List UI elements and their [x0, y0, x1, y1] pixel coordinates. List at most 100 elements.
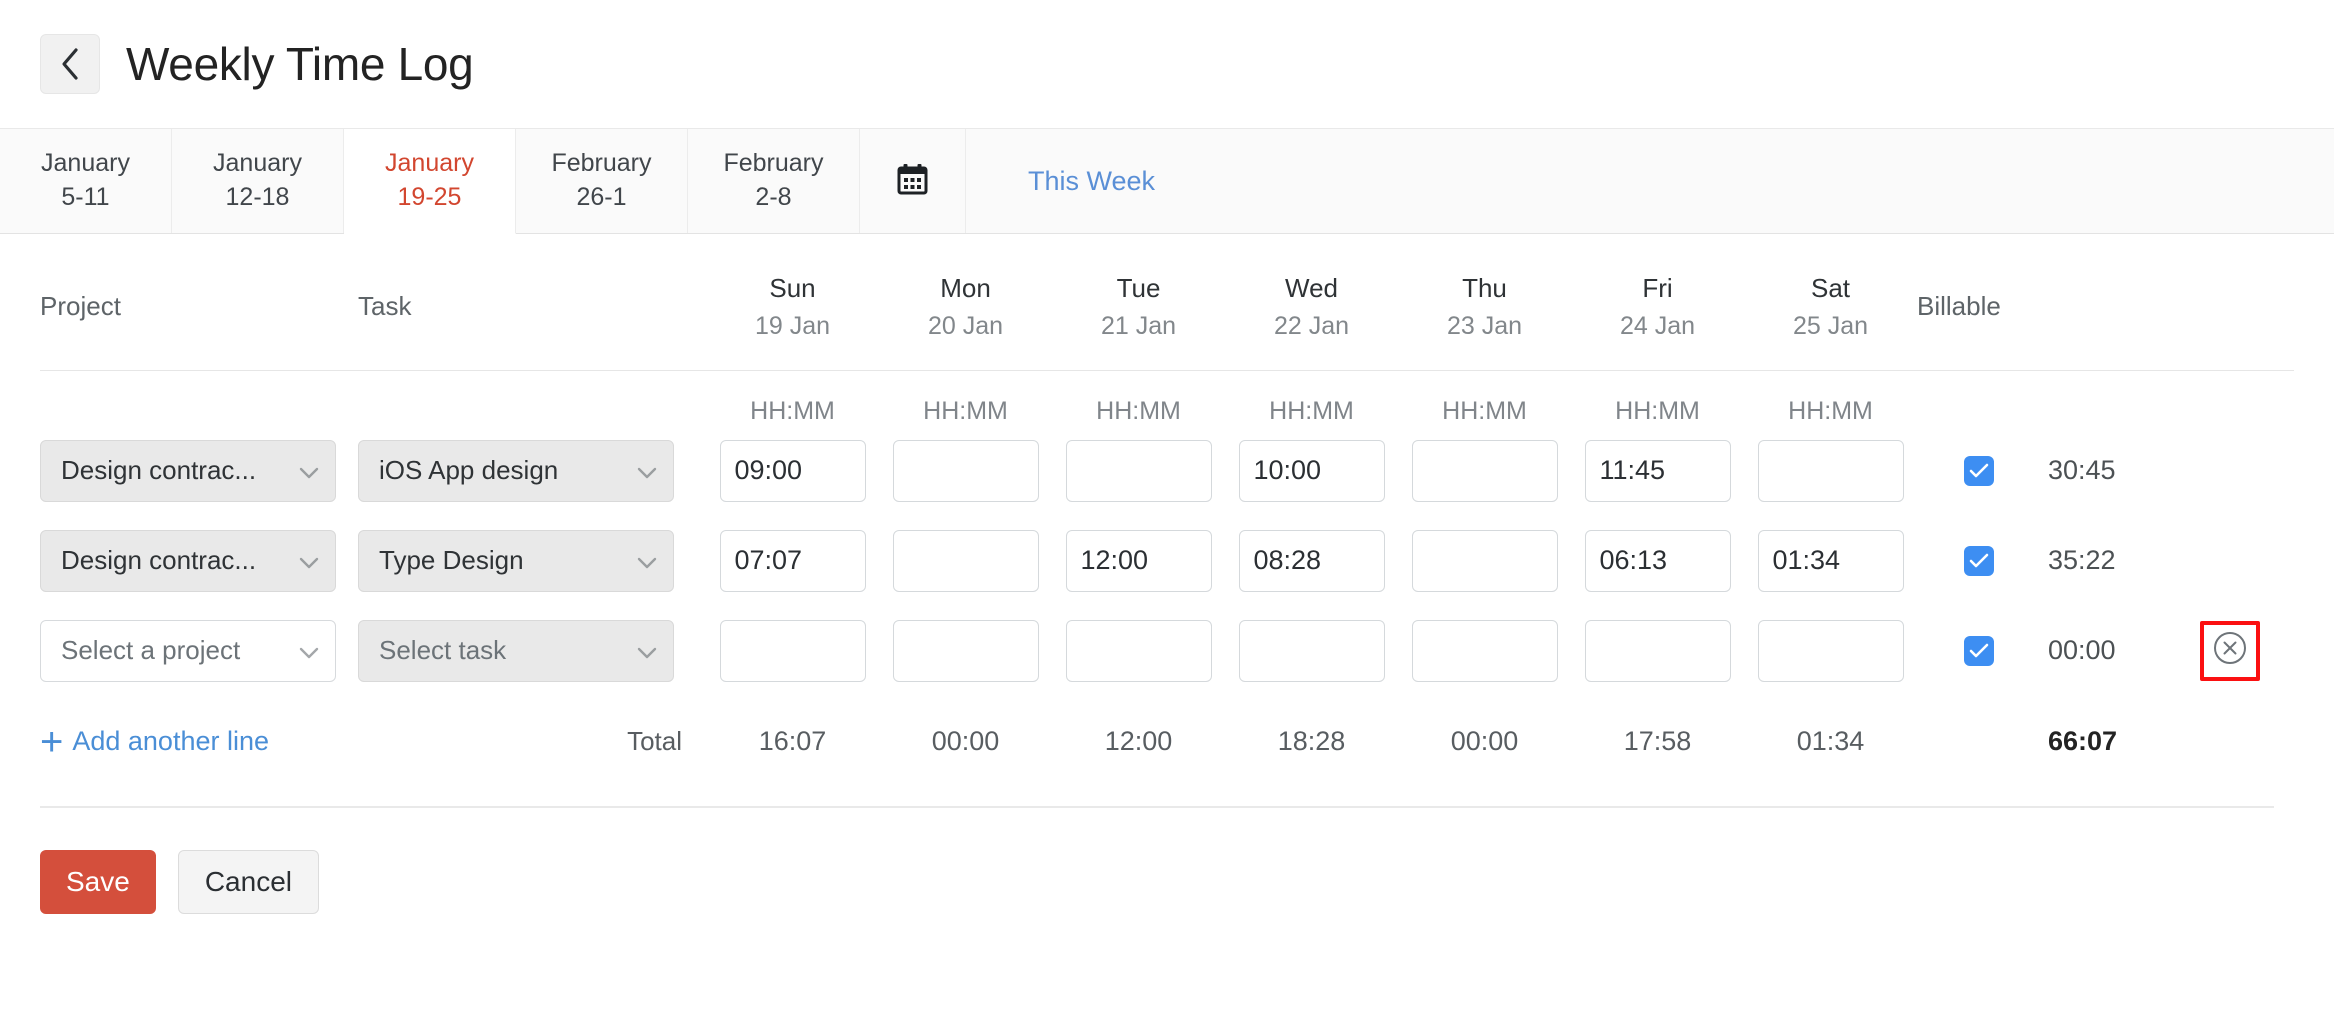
billable-cell-row-0 [1917, 455, 2040, 486]
calendar-picker-button[interactable] [860, 129, 966, 233]
time-format-hint-row: HH:MM HH:MM HH:MM HH:MM HH:MM HH:MM HH:M… [40, 371, 2294, 426]
chevron-down-icon [299, 455, 319, 486]
week-tab-range: 12-18 [225, 183, 290, 211]
hint-fri: HH:MM [1615, 396, 1700, 425]
billable-cell-row-2 [1917, 635, 2040, 666]
circle-x-icon [2212, 630, 2248, 671]
chevron-down-icon [637, 455, 657, 486]
week-tab-2-active[interactable]: January 19-25 [344, 129, 516, 234]
time-cell-thu-row-2 [1398, 619, 1571, 682]
time-cell-tue-row-1 [1052, 529, 1225, 592]
task-select-row-2[interactable]: Select task [358, 619, 674, 682]
header-day-sun: Sun 19 Jan [706, 234, 879, 370]
time-input-fri-row-1[interactable] [1584, 529, 1731, 592]
table-row: Design contrac... Type Design 35:22 [40, 516, 2294, 606]
time-input-sat-row-1[interactable] [1757, 529, 1904, 592]
back-button[interactable] [40, 34, 100, 94]
day-name: Thu [1462, 273, 1507, 303]
time-input-tue-row-2[interactable] [1065, 619, 1212, 682]
time-cell-sat-row-0 [1744, 439, 1917, 502]
time-input-fri-row-2[interactable] [1584, 619, 1731, 682]
time-input-sat-row-2[interactable] [1757, 619, 1904, 682]
week-tab-month: February [551, 149, 652, 178]
delete-row-button-row-2[interactable] [2209, 630, 2251, 672]
cancel-button[interactable]: Cancel [177, 849, 319, 914]
time-input-sun-row-0[interactable] [719, 439, 866, 502]
time-input-wed-row-0[interactable] [1238, 439, 1385, 502]
this-week-link[interactable]: This Week [966, 129, 2334, 233]
time-input-thu-row-0[interactable] [1411, 439, 1558, 502]
time-input-mon-row-0[interactable] [892, 439, 1039, 502]
row-total-row-1: 35:22 [2048, 545, 2116, 576]
time-input-sun-row-1[interactable] [719, 529, 866, 592]
project-select-row-0[interactable]: Design contrac... [40, 439, 336, 502]
time-input-wed-row-1[interactable] [1238, 529, 1385, 592]
billable-cell-row-1 [1917, 545, 2040, 576]
time-input-mon-row-2[interactable] [892, 619, 1039, 682]
time-input-tue-row-1[interactable] [1065, 529, 1212, 592]
billable-checkbox-row-2[interactable] [1963, 635, 1994, 666]
add-another-line-button[interactable]: + Add another line [40, 722, 358, 762]
total-tue: 12:00 [1104, 726, 1173, 757]
day-name: Sat [1810, 273, 1851, 303]
project-select-row-2[interactable]: Select a project [40, 619, 336, 682]
table-row: Select a project Select task 00:00 [40, 606, 2294, 696]
task-select-value: Select task [379, 635, 507, 666]
day-date: 20 Jan [927, 311, 1004, 340]
billable-checkbox-row-0[interactable] [1963, 455, 1994, 486]
time-input-fri-row-0[interactable] [1584, 439, 1731, 502]
time-cell-wed-row-0 [1225, 439, 1398, 502]
totals-row: + Add another line Total 16:07 00:00 12:… [40, 696, 2294, 788]
day-name: Tue [1116, 273, 1161, 303]
grand-total: 66:07 [2048, 726, 2118, 757]
week-tab-range: 26-1 [576, 183, 627, 211]
time-cell-sun-row-2 [706, 619, 879, 682]
week-tab-month: January [41, 149, 130, 178]
time-cell-sun-row-1 [706, 529, 879, 592]
day-name: Fri [1642, 273, 1673, 303]
day-date: 23 Jan [1446, 311, 1523, 340]
time-cell-sat-row-1 [1744, 529, 1917, 592]
task-select-row-0[interactable]: iOS App design [358, 439, 674, 502]
week-tab-range: 5-11 [61, 183, 110, 211]
day-date: 24 Jan [1619, 311, 1696, 340]
chevron-down-icon [299, 635, 319, 666]
time-cell-tue-row-2 [1052, 619, 1225, 682]
time-cell-thu-row-1 [1398, 529, 1571, 592]
time-input-sat-row-0[interactable] [1757, 439, 1904, 502]
header-day-fri: Fri 24 Jan [1571, 234, 1744, 370]
page-title: Weekly Time Log [126, 38, 474, 90]
day-date: 22 Jan [1273, 311, 1350, 340]
delete-row-highlight [2200, 620, 2260, 681]
hint-sat: HH:MM [1788, 396, 1873, 425]
week-tab-month: January [385, 149, 474, 178]
day-date: 25 Jan [1792, 311, 1869, 340]
time-input-thu-row-2[interactable] [1411, 619, 1558, 682]
billable-checkbox-row-1[interactable] [1963, 545, 1994, 576]
total-mon: 00:00 [931, 726, 1000, 757]
time-input-wed-row-2[interactable] [1238, 619, 1385, 682]
task-select-row-1[interactable]: Type Design [358, 529, 674, 592]
week-tab-month: February [723, 149, 824, 178]
total-fri: 17:58 [1623, 726, 1692, 757]
time-input-mon-row-1[interactable] [892, 529, 1039, 592]
task-select-value: iOS App design [379, 455, 559, 486]
week-tab-3[interactable]: February 26-1 [516, 129, 688, 233]
time-input-sun-row-2[interactable] [719, 619, 866, 682]
week-tab-4[interactable]: February 2-8 [688, 129, 860, 233]
week-tab-range: 19-25 [397, 183, 462, 211]
week-tab-1[interactable]: January 12-18 [172, 129, 344, 233]
day-date: 19 Jan [754, 311, 831, 340]
time-input-thu-row-1[interactable] [1411, 529, 1558, 592]
time-cell-fri-row-2 [1571, 619, 1744, 682]
time-input-tue-row-0[interactable] [1065, 439, 1212, 502]
project-select-row-1[interactable]: Design contrac... [40, 529, 336, 592]
timesheet: Project Task Sun 19 Jan Mon 20 Jan Tue 2… [0, 234, 2334, 808]
header-day-sat: Sat 25 Jan [1744, 234, 1917, 370]
chevron-left-icon [59, 47, 81, 81]
save-button[interactable]: Save [40, 849, 156, 914]
time-cell-wed-row-2 [1225, 619, 1398, 682]
week-tab-0[interactable]: January 5-11 [0, 129, 172, 233]
chevron-down-icon [637, 545, 657, 576]
time-cell-fri-row-0 [1571, 439, 1744, 502]
